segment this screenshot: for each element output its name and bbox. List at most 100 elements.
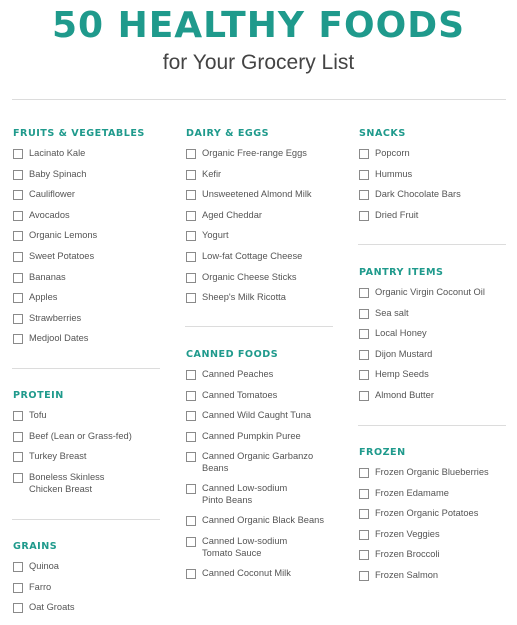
list-item[interactable]: Canned Wild Caught Tuna — [186, 409, 324, 430]
checkbox[interactable] — [359, 550, 369, 561]
list-item[interactable]: Baby Spinach — [13, 168, 145, 189]
list-item[interactable]: Hummus — [359, 168, 461, 189]
list-item[interactable]: Lacinato Kale — [13, 147, 145, 168]
list-item[interactable]: Organic Free-range Eggs — [186, 147, 312, 168]
checkbox[interactable] — [13, 562, 23, 572]
checkbox[interactable] — [13, 251, 23, 262]
checkbox[interactable] — [359, 190, 369, 201]
list-item[interactable]: Kefir — [186, 168, 312, 189]
checkbox[interactable] — [13, 313, 23, 324]
list-item[interactable]: Canned Low-sodium Pinto Beans — [186, 482, 324, 514]
checkbox[interactable] — [186, 516, 196, 527]
list-item[interactable]: Oat Groats — [13, 601, 74, 622]
list-item[interactable]: Quinoa — [13, 560, 74, 581]
list-item[interactable]: Frozen Organic Blueberries — [359, 466, 489, 487]
list-item[interactable]: Bananas — [13, 271, 145, 292]
list-item[interactable]: Avocados — [13, 209, 145, 230]
list-item[interactable]: Medjool Dates — [13, 332, 145, 353]
list-item[interactable]: Canned Tomatoes — [186, 389, 324, 410]
checkbox[interactable] — [13, 169, 23, 180]
list-item[interactable]: Hemp Seeds — [359, 368, 485, 389]
list-item[interactable]: Yogurt — [186, 229, 312, 250]
list-item[interactable]: Boneless Skinless Chicken Breast — [13, 471, 132, 503]
checkbox[interactable] — [13, 190, 23, 201]
list-item[interactable]: Frozen Broccoli — [359, 548, 489, 569]
list-item[interactable]: Frozen Salmon — [359, 569, 489, 590]
list-item[interactable]: Unsweetened Almond Milk — [186, 188, 312, 209]
checkbox[interactable] — [13, 149, 23, 159]
list-item[interactable]: Sea salt — [359, 307, 485, 328]
checkbox[interactable] — [13, 603, 23, 614]
list-item[interactable]: Sheep's Milk Ricotta — [186, 291, 312, 312]
list-item[interactable]: Beef (Lean or Grass-fed) — [13, 430, 132, 451]
checkbox[interactable] — [13, 452, 23, 463]
list-item[interactable]: Dark Chocolate Bars — [359, 188, 461, 209]
list-item[interactable]: Dijon Mustard — [359, 348, 485, 369]
checkbox[interactable] — [13, 334, 23, 345]
checkbox[interactable] — [186, 251, 196, 262]
checkbox[interactable] — [13, 231, 23, 242]
checkbox[interactable] — [13, 431, 23, 442]
checkbox[interactable] — [359, 349, 369, 360]
list-item[interactable]: Apples — [13, 291, 145, 312]
checkbox[interactable] — [359, 149, 369, 159]
list-item[interactable]: Canned Pumpkin Puree — [186, 430, 324, 451]
checkbox[interactable] — [359, 370, 369, 381]
checkbox[interactable] — [359, 169, 369, 180]
checkbox[interactable] — [359, 570, 369, 581]
checkbox[interactable] — [186, 484, 196, 495]
checkbox[interactable] — [186, 536, 196, 547]
list-item[interactable]: Organic Cheese Sticks — [186, 271, 312, 292]
checkbox[interactable] — [359, 529, 369, 540]
list-item[interactable]: Sweet Potatoes — [13, 250, 145, 271]
list-item[interactable]: Aged Cheddar — [186, 209, 312, 230]
checkbox[interactable] — [13, 293, 23, 304]
list-item[interactable]: Frozen Veggies — [359, 528, 489, 549]
list-item[interactable]: Low-fat Cottage Cheese — [186, 250, 312, 271]
checkbox[interactable] — [186, 169, 196, 180]
checkbox[interactable] — [186, 293, 196, 304]
checkbox[interactable] — [186, 431, 196, 442]
checkbox[interactable] — [186, 390, 196, 401]
checkbox[interactable] — [186, 231, 196, 242]
list-item[interactable]: Canned Organic Black Beans — [186, 514, 324, 535]
checkbox[interactable] — [186, 370, 196, 380]
list-item[interactable]: Canned Organic Garbanzo Beans — [186, 450, 324, 482]
list-item[interactable]: Canned Coconut Milk — [186, 567, 324, 588]
list-item[interactable]: Organic Lemons — [13, 229, 145, 250]
checkbox[interactable] — [13, 272, 23, 283]
list-item[interactable]: Local Honey — [359, 327, 485, 348]
checkbox[interactable] — [186, 272, 196, 283]
checkbox[interactable] — [186, 149, 196, 159]
checkbox[interactable] — [359, 390, 369, 401]
checkbox[interactable] — [13, 210, 23, 221]
list-item[interactable]: Almond Butter — [359, 389, 485, 410]
checkbox[interactable] — [359, 509, 369, 520]
checkbox[interactable] — [13, 582, 23, 593]
list-item[interactable]: Turkey Breast — [13, 450, 132, 471]
checkbox[interactable] — [359, 288, 369, 298]
checkbox[interactable] — [13, 472, 23, 483]
list-item[interactable]: Canned Low-sodium Tomato Sauce — [186, 535, 324, 567]
checkbox[interactable] — [13, 411, 23, 421]
list-item[interactable]: Tofu — [13, 409, 132, 430]
checkbox[interactable] — [359, 210, 369, 221]
checkbox[interactable] — [186, 568, 196, 579]
checkbox[interactable] — [186, 411, 196, 422]
checkbox[interactable] — [359, 488, 369, 499]
checkbox[interactable] — [186, 210, 196, 221]
list-item[interactable]: Frozen Organic Potatoes — [359, 507, 489, 528]
checkbox[interactable] — [359, 308, 369, 319]
list-item[interactable]: Frozen Edamame — [359, 487, 489, 508]
list-item[interactable]: Organic Virgin Coconut Oil — [359, 286, 485, 307]
list-item[interactable]: Popcorn — [359, 147, 461, 168]
list-item[interactable]: Farro — [13, 581, 74, 602]
checkbox[interactable] — [186, 190, 196, 201]
checkbox[interactable] — [359, 468, 369, 478]
list-item[interactable]: Canned Peaches — [186, 368, 324, 389]
list-item[interactable]: Cauliflower — [13, 188, 145, 209]
list-item[interactable]: Dried Fruit — [359, 209, 461, 230]
checkbox[interactable] — [186, 452, 196, 463]
list-item[interactable]: Strawberries — [13, 312, 145, 333]
checkbox[interactable] — [359, 329, 369, 340]
